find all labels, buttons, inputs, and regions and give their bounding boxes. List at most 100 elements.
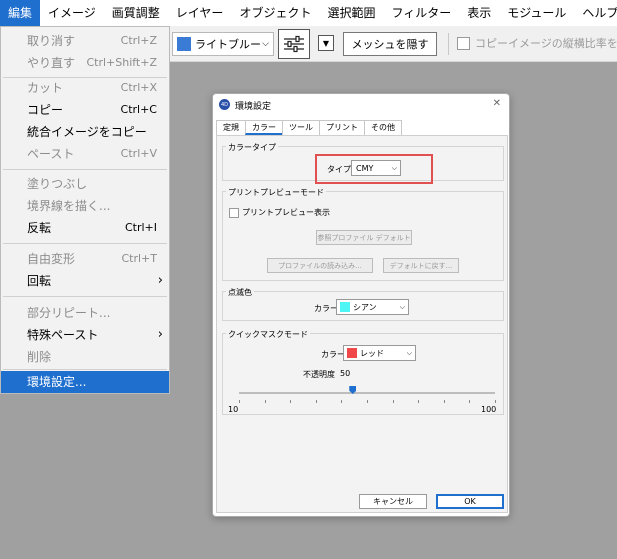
- ok-button[interactable]: OK: [436, 494, 504, 509]
- slider-tick: [392, 400, 394, 403]
- opacity-label: 不透明度: [303, 370, 335, 379]
- menu-paste[interactable]: ペースト Ctrl+V: [1, 143, 169, 165]
- menu-separator: [3, 296, 167, 297]
- triangle-down-icon: ▼: [322, 38, 330, 48]
- menu-separator: [3, 369, 167, 370]
- chevron-down-icon: ⌵: [262, 39, 269, 49]
- menu-bar: 編集 イメージ 画質調整 レイヤー オブジェクト 選択範囲 フィルター 表示 モ…: [0, 0, 617, 26]
- tab-other[interactable]: その他: [364, 120, 402, 135]
- group-print-preview: プリントプレビューモード プリントプレビュー表示 参照プロファイル デフォルト …: [222, 187, 504, 281]
- checkbox-box: [229, 207, 239, 218]
- toolbar: ライトブルー ⌵ ▼ メッシュを隠す コピーイメージの縦横比率を保: [170, 26, 617, 62]
- tab-panel-color: カラータイプ タイプ CMY ⌵ プリントプレビューモード プリントプレビュー表…: [216, 135, 508, 513]
- group-label: 点滅色: [226, 287, 254, 298]
- group-quick-mask: クイックマスクモード カラー レッド ⌵ 不透明度 50 10 100: [222, 329, 504, 415]
- menu-invert[interactable]: 反転 Ctrl+I: [1, 217, 169, 239]
- menu-preferences[interactable]: 環境設定...: [1, 371, 169, 393]
- slider-tick: [315, 400, 317, 403]
- blink-color-dropdown[interactable]: シアン ⌵: [336, 299, 409, 315]
- color-swatch: [340, 302, 350, 312]
- keep-aspect-checkbox[interactable]: コピーイメージの縦横比率を保: [457, 35, 617, 51]
- menu-rotate[interactable]: 回転 ›: [1, 270, 169, 292]
- group-blink-color: 点滅色 カラー シアン ⌵: [222, 287, 504, 321]
- reference-profile-button[interactable]: 参照プロファイル デフォルト: [316, 230, 412, 245]
- edit-menu: 取り消す Ctrl+Z やり直す Ctrl+Shift+Z カット Ctrl+X コピ…: [0, 26, 170, 394]
- color-swatch: [347, 348, 357, 358]
- menu-view[interactable]: 表示: [459, 0, 499, 26]
- tab-tool[interactable]: ツール: [282, 120, 320, 135]
- chevron-right-icon: ›: [157, 327, 163, 342]
- slider-min-label: 10: [228, 405, 239, 414]
- menu-image[interactable]: イメージ: [40, 0, 104, 26]
- dialog-title: 環境設定: [235, 102, 272, 112]
- print-preview-checkbox[interactable]: プリントプレビュー表示: [229, 207, 330, 218]
- menu-adjust[interactable]: 画質調整: [104, 0, 168, 26]
- menu-undo[interactable]: 取り消す Ctrl+Z: [1, 30, 169, 52]
- menu-copy-merged[interactable]: 統合イメージをコピー: [1, 121, 169, 143]
- type-label: タイプ: [327, 165, 351, 174]
- slider-tick: [495, 400, 496, 403]
- menu-cut[interactable]: カット Ctrl+X: [1, 77, 169, 99]
- hide-mesh-button[interactable]: メッシュを隠す: [343, 32, 437, 56]
- tab-ruler[interactable]: 定規: [216, 120, 246, 135]
- menu-free-transform[interactable]: 自由変形 Ctrl+T: [1, 248, 169, 270]
- opacity-value: 50: [340, 369, 351, 378]
- group-color-type: カラータイプ タイプ CMY ⌵: [222, 142, 504, 184]
- color-swatch: [177, 37, 191, 51]
- mask-color-dropdown[interactable]: レッド ⌵: [343, 345, 416, 361]
- slider-tick: [469, 400, 471, 403]
- checkbox-box: [457, 36, 470, 50]
- tab-print[interactable]: プリント: [319, 120, 365, 135]
- menu-redo[interactable]: やり直す Ctrl+Shift+Z: [1, 52, 169, 74]
- color-combobox-label: ライトブルー: [195, 38, 261, 51]
- menu-copy[interactable]: コピー Ctrl+C: [1, 99, 169, 121]
- menu-stroke[interactable]: 境界線を描く...: [1, 195, 169, 217]
- chevron-down-icon: ⌵: [406, 348, 412, 357]
- tab-bar: 定規 カラー ツール プリント その他: [216, 120, 402, 135]
- chevron-right-icon: ›: [157, 273, 163, 288]
- load-profile-button[interactable]: プロファイルの読み込み...: [267, 258, 373, 273]
- menu-special-paste[interactable]: 特殊ペースト ›: [1, 324, 169, 346]
- color-type-dropdown[interactable]: CMY ⌵: [351, 160, 401, 176]
- menu-separator: [3, 169, 167, 170]
- preferences-dialog: 4D 環境設定 ✕ 定規 カラー ツール プリント その他 カラータイプ タイプ…: [212, 93, 510, 517]
- small-dropdown-button[interactable]: ▼: [318, 35, 334, 51]
- slider-tick: [367, 400, 368, 403]
- menu-filter[interactable]: フィルター: [383, 0, 459, 26]
- tab-color[interactable]: カラー: [245, 120, 283, 135]
- menu-partial-repeat[interactable]: 部分リピート...: [1, 302, 169, 324]
- group-label: プリントプレビューモード: [226, 187, 326, 198]
- slider-tick: [264, 400, 266, 403]
- blink-color-label: カラー: [314, 304, 338, 313]
- menu-object[interactable]: オブジェクト: [231, 0, 319, 26]
- close-icon[interactable]: ✕: [493, 98, 501, 109]
- menu-edit[interactable]: 編集: [0, 0, 41, 26]
- color-combobox[interactable]: ライトブルー ⌵: [172, 32, 274, 56]
- type-highlight-box: タイプ CMY ⌵: [315, 154, 433, 184]
- reset-default-button[interactable]: デフォルトに戻す...: [383, 258, 459, 273]
- adjust-sliders-button[interactable]: [278, 29, 310, 59]
- menu-help[interactable]: ヘルプ: [574, 0, 617, 26]
- slider-max-label: 100: [481, 405, 497, 414]
- menu-fill[interactable]: 塗りつぶし: [1, 173, 169, 195]
- menu-delete[interactable]: 削除: [1, 346, 169, 368]
- keep-aspect-label: コピーイメージの縦横比率を保: [475, 37, 617, 50]
- menu-layer[interactable]: レイヤー: [168, 0, 232, 26]
- chevron-down-icon: ⌵: [391, 163, 397, 172]
- slider-tick: [239, 400, 240, 403]
- slider-tick: [418, 400, 420, 403]
- slider-tick: [290, 400, 292, 403]
- slider-tick: [443, 400, 445, 403]
- opacity-slider-track[interactable]: [239, 392, 495, 394]
- group-label: クイックマスクモード: [226, 329, 310, 340]
- menu-selection[interactable]: 選択範囲: [319, 0, 383, 26]
- slider-tick: [341, 400, 343, 403]
- sliders-icon: [284, 35, 304, 53]
- menu-separator: [3, 243, 167, 244]
- toolbar-divider: [448, 33, 449, 55]
- group-label: カラータイプ: [226, 142, 278, 153]
- mask-color-label: カラー: [321, 350, 345, 359]
- menu-module[interactable]: モジュール: [499, 0, 574, 26]
- cancel-button[interactable]: キャンセル: [359, 494, 427, 509]
- chevron-down-icon: ⌵: [399, 302, 405, 311]
